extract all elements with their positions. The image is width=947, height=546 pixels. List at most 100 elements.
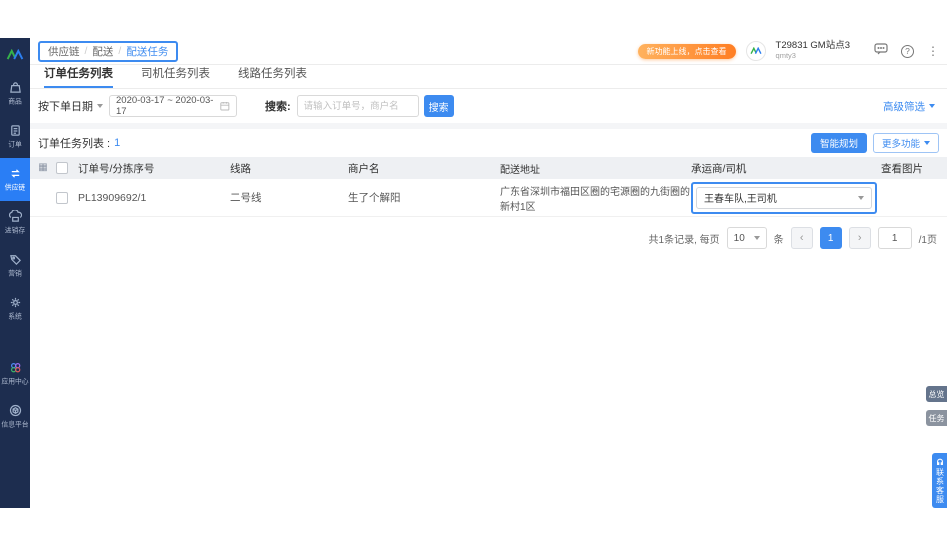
date-range-input[interactable]: 2020-03-17 ~ 2020-03-17 — [109, 95, 237, 117]
col-images: 查看图片 — [881, 162, 923, 175]
page-jump-input[interactable]: 1 — [877, 227, 912, 249]
tab-order-tasks[interactable]: 订单任务列表 — [44, 65, 113, 88]
search-input[interactable] — [296, 95, 419, 117]
row-checkbox[interactable] — [56, 191, 68, 204]
sidebar-item-label: 供应链 — [4, 183, 26, 191]
package-icon — [8, 209, 22, 222]
customer-service-float-tab[interactable]: 联系客服 — [932, 453, 947, 508]
chevron-down-icon — [929, 104, 935, 108]
cell-merchant: 生了个解阳 — [348, 192, 401, 204]
tab-driver-tasks[interactable]: 司机任务列表 — [141, 65, 210, 88]
page-size-select[interactable]: 10 — [726, 227, 767, 249]
col-address: 配送地址 — [500, 164, 540, 176]
customer-service-label: 联系客服 — [935, 467, 945, 504]
advanced-filter-label: 高级筛选 — [883, 100, 925, 113]
sidebar-item-label: 系统 — [8, 312, 22, 320]
sidebar-item-label: 营销 — [8, 269, 22, 277]
col-order-no: 订单号/分拣序号 — [78, 162, 155, 175]
sidebar-item-label: 商品 — [8, 97, 22, 105]
sidebar-item-label: 进销存 — [4, 226, 26, 234]
breadcrumb-delivery[interactable]: 配送 — [92, 44, 113, 59]
carrier-select-highlight: 王春车队,王司机 — [691, 181, 877, 214]
next-page-button[interactable]: › — [848, 227, 871, 249]
tag-icon — [9, 254, 21, 265]
breadcrumb-separator: / — [84, 45, 88, 57]
breadcrumb: 供应链 / 配送 / 配送任务 — [38, 40, 179, 62]
chevron-down-icon — [858, 195, 864, 200]
bag-icon — [9, 81, 21, 93]
avatar[interactable] — [745, 41, 766, 61]
task-tabs: 订单任务列表 司机任务列表 线路任务列表 — [30, 65, 947, 89]
search-button[interactable]: 搜索 — [423, 95, 454, 117]
sidebar: 商品 订单 供应链 进销存 营销 系统 应用中心 信息平台 — [0, 38, 34, 508]
app-window: 商品 订单 供应链 进销存 营销 系统 应用中心 信息平台 供应链 / 配送 /… — [0, 38, 947, 508]
user-menu[interactable]: T29831 GM站点3 qmty3 — [775, 40, 850, 61]
sidebar-item-app-center[interactable]: 应用中心 — [0, 352, 30, 395]
list-toolbar: 订单任务列表 : 1 智能规划 更多功能 — [30, 129, 947, 157]
pagination: 共1条记录, 每页 10 条 ‹ 1 › 1 /1页 — [30, 217, 947, 249]
calendar-icon — [220, 101, 230, 111]
more-menu-icon[interactable]: ⋮ — [927, 45, 939, 57]
chevron-down-icon — [924, 141, 930, 145]
headset-icon — [936, 458, 943, 465]
sidebar-item-inventory[interactable]: 进销存 — [0, 201, 30, 244]
col-merchant: 商户名 — [348, 162, 380, 175]
tab-route-tasks[interactable]: 线路任务列表 — [238, 65, 307, 88]
column-settings-icon[interactable]: ▦ — [38, 163, 47, 173]
page-size-value: 10 — [733, 232, 745, 244]
brand-logo-icon[interactable] — [0, 38, 30, 72]
list-count: 1 — [114, 137, 121, 149]
breadcrumb-separator: / — [118, 45, 122, 57]
topbar: 供应链 / 配送 / 配送任务 新功能上线，点击查看 T29831 GM站点3 … — [30, 38, 947, 65]
breadcrumb-delivery-task[interactable]: 配送任务 — [126, 44, 168, 59]
search-label: 搜索: — [265, 101, 291, 113]
carrier-select[interactable]: 王春车队,王司机 — [696, 186, 872, 209]
cube-icon — [9, 404, 21, 416]
col-route: 线路 — [230, 162, 251, 175]
smart-plan-button[interactable]: 智能规划 — [810, 133, 867, 153]
promo-badge[interactable]: 新功能上线，点击查看 — [637, 43, 736, 59]
sidebar-item-label: 应用中心 — [1, 377, 29, 385]
chevron-down-icon — [753, 236, 760, 240]
gear-icon — [10, 297, 20, 307]
cell-order-no: PL13909692/1 — [78, 191, 147, 204]
col-carrier: 承运商/司机 — [691, 162, 747, 175]
sidebar-item-supply-chain[interactable]: 供应链 — [0, 158, 34, 201]
user-account: qmty3 — [775, 51, 796, 61]
table-row: PL13909692/1 二号线 生了个解阳 广东省深圳市福田区圈的宅源圈的九街… — [30, 179, 947, 217]
page-1-button[interactable]: 1 — [819, 227, 842, 249]
task-float-tab[interactable]: 任务 — [926, 410, 947, 426]
pagination-total: 共1条记录, 每页 — [648, 234, 720, 246]
document-icon — [10, 124, 20, 136]
screen: 商品 订单 供应链 进销存 营销 系统 应用中心 信息平台 供应链 / 配送 /… — [0, 0, 947, 546]
main-area: 供应链 / 配送 / 配送任务 新功能上线，点击查看 T29831 GM站点3 … — [30, 38, 947, 508]
pagination-total-pages: /1页 — [918, 234, 937, 246]
sidebar-item-info-platform[interactable]: 信息平台 — [0, 395, 30, 438]
advanced-filter-link[interactable]: 高级筛选 — [883, 99, 935, 114]
table-header: ▦ 订单号/分拣序号 线路 商户名 配送地址 承运商/司机 查看图片 — [30, 157, 947, 179]
cell-carrier: 王春车队,王司机 — [691, 181, 881, 214]
message-icon[interactable] — [874, 42, 888, 60]
filter-row: 按下单日期 2020-03-17 ~ 2020-03-17 搜索: 搜索 高级筛… — [30, 89, 947, 123]
date-type-select[interactable]: 按下单日期 — [38, 98, 103, 114]
more-functions-button[interactable]: 更多功能 — [872, 133, 939, 153]
sidebar-item-orders[interactable]: 订单 — [0, 115, 30, 158]
app-center-icon — [10, 362, 20, 372]
avatar-logo-icon — [750, 47, 762, 55]
chevron-down-icon — [97, 104, 103, 108]
sidebar-item-marketing[interactable]: 营销 — [0, 244, 30, 287]
overview-float-tab[interactable]: 总览 — [926, 386, 947, 402]
date-range-value: 2020-03-17 ~ 2020-03-17 — [116, 95, 214, 117]
topbar-icons: ? ⋮ — [874, 42, 939, 60]
sidebar-item-goods[interactable]: 商品 — [0, 72, 30, 115]
breadcrumb-supply-chain[interactable]: 供应链 — [48, 44, 80, 59]
sidebar-item-system[interactable]: 系统 — [0, 287, 30, 330]
prev-page-button[interactable]: ‹ — [790, 227, 813, 249]
cell-route: 二号线 — [230, 192, 262, 204]
more-functions-label: 更多功能 — [881, 139, 920, 150]
supply-chain-icon — [10, 168, 20, 178]
date-type-label: 按下单日期 — [38, 101, 93, 113]
help-icon[interactable]: ? — [901, 44, 914, 58]
carrier-select-value: 王春车队,王司机 — [704, 194, 777, 205]
select-all-checkbox[interactable] — [56, 162, 68, 174]
